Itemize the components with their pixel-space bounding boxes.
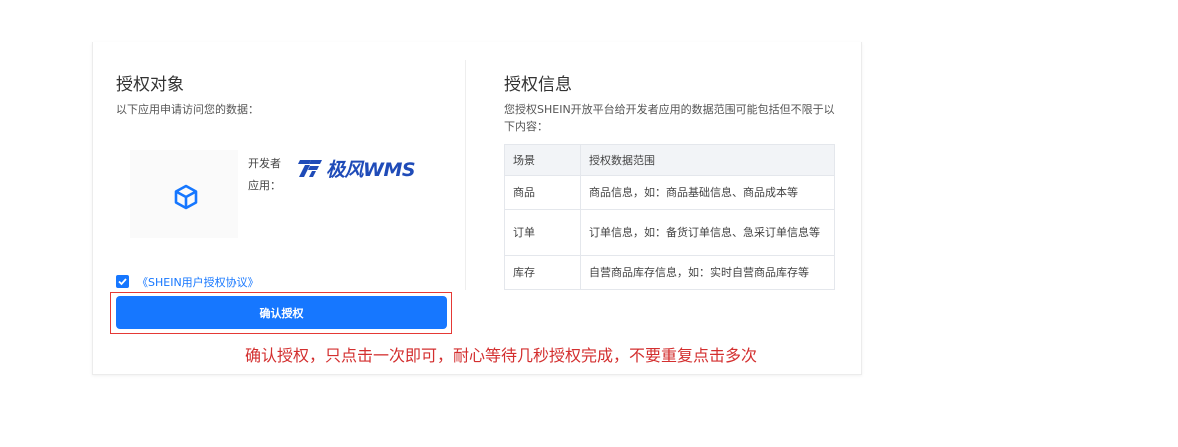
auth-info-title: 授权信息 [504, 75, 572, 95]
brand-logo-icon [298, 160, 322, 177]
table-cell-scope: 商品信息，如：商品基础信息、商品成本等 [580, 175, 835, 210]
check-icon [118, 278, 127, 286]
data-scope-table: 场景 授权数据范围 商品 商品信息，如：商品基础信息、商品成本等 订单 订单信息… [504, 144, 835, 290]
table-cell-scene: 库存 [504, 255, 581, 290]
brand-name: 极风WMS [326, 159, 416, 181]
table-header-scope: 授权数据范围 [580, 144, 835, 176]
highlight-box [110, 292, 452, 334]
table-cell-scene: 订单 [504, 209, 581, 256]
table-cell-scope: 自营商品库存信息，如：实时自营商品库存等 [580, 255, 835, 290]
auth-info-desc: 您授权SHEIN开放平台给开发者应用的数据范围可能包括但不限于以下内容： [504, 103, 835, 133]
section-divider [465, 60, 466, 290]
table-header-row: 场景 授权数据范围 [504, 144, 835, 176]
auth-target-title: 授权对象 [116, 75, 184, 95]
developer-label: 开发者 [248, 157, 281, 170]
table-row: 订单 订单信息，如：备货订单信息、急采订单信息等 [504, 209, 835, 256]
app-label: 应用： [248, 179, 281, 192]
table-row: 商品 商品信息，如：商品基础信息、商品成本等 [504, 175, 835, 210]
table-header-scene: 场景 [504, 144, 581, 176]
auth-target-subtitle: 以下应用申请访问您的数据： [116, 103, 259, 116]
instruction-note: 确认授权，只点击一次即可，耐心等待几秒授权完成，不要重复点击多次 [243, 342, 760, 366]
cube-icon [174, 184, 198, 210]
agreement-link[interactable]: 《SHEIN用户授权协议》 [137, 274, 259, 290]
table-cell-scene: 商品 [504, 175, 581, 210]
table-row: 库存 自营商品库存信息，如：实时自营商品库存等 [504, 255, 835, 290]
table-cell-scope: 订单信息，如：备货订单信息、急采订单信息等 [580, 209, 835, 256]
agreement-checkbox[interactable] [116, 275, 129, 288]
